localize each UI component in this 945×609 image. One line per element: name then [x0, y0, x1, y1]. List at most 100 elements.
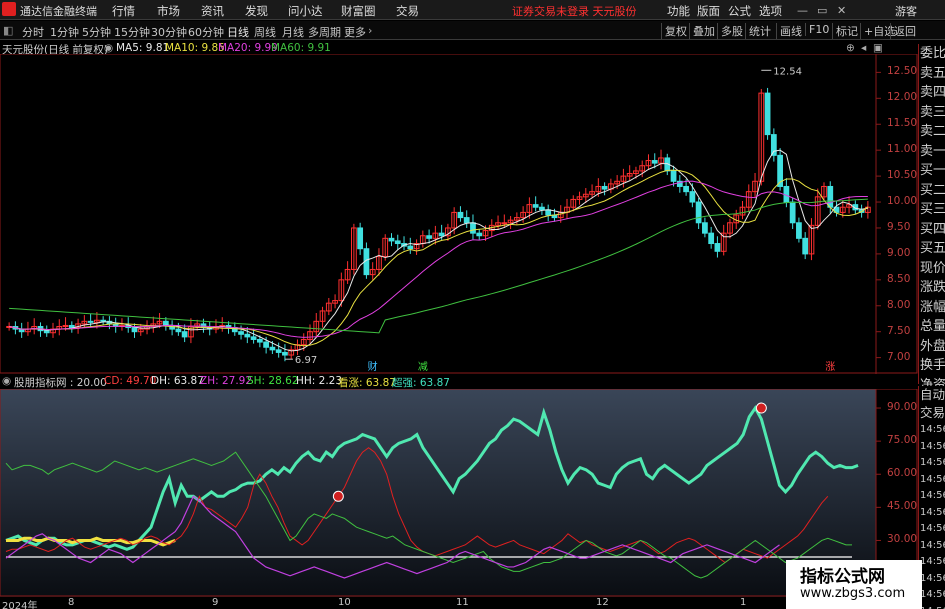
menu-layout[interactable]: 版面: [697, 3, 720, 19]
hh-value: HH: 2.23: [296, 375, 343, 387]
price-tick-label: 12.00: [887, 91, 918, 104]
candle-body: [789, 201, 796, 224]
period-more[interactable]: 更多: [344, 24, 366, 40]
trade-time: 14:56: [920, 539, 945, 551]
period-timeshare[interactable]: 分时: [22, 24, 44, 40]
trade-time: 14:56: [920, 589, 945, 600]
trade-time: 14:56: [920, 473, 945, 485]
date-axis-label: 11: [456, 597, 469, 608]
candlestick-chart[interactable]: 12.54 6.97 财 减 涨: [0, 54, 918, 374]
btn-statistics[interactable]: 统计: [745, 23, 771, 39]
candle-body: [181, 331, 188, 338]
candle-body: [470, 222, 476, 234]
price-tick-label: 9.50: [887, 220, 911, 233]
side-panel-item[interactable]: 买四: [919, 220, 945, 240]
sh-value: SH: 28.62: [247, 375, 299, 387]
candle-body: [426, 235, 432, 239]
btn-back[interactable]: 返回: [890, 23, 916, 39]
period-weekly[interactable]: 周线: [254, 24, 276, 40]
btn-mark[interactable]: 标记: [832, 23, 858, 39]
menu-discover[interactable]: 发现: [245, 3, 268, 19]
ma20-value: MA20: 9.99: [218, 42, 278, 54]
period-monthly[interactable]: 月线: [282, 24, 304, 40]
side-panel-item[interactable]: 买五: [919, 239, 945, 259]
period-30min[interactable]: 30分钟: [151, 24, 187, 40]
date-axis-label: 2024年: [2, 601, 38, 609]
side-panel-item[interactable]: 外盘: [919, 337, 945, 357]
restore-icon[interactable]: ▭: [817, 4, 827, 17]
auto-trade-item[interactable]: 交易: [919, 404, 945, 422]
btn-f10[interactable]: F10: [805, 23, 829, 36]
side-panel-item[interactable]: 总量: [919, 317, 945, 337]
side-panel-item[interactable]: 委比: [919, 44, 945, 64]
high-label: 12.54: [773, 66, 802, 77]
ma20-line: [9, 180, 868, 338]
candle-body: [282, 351, 288, 356]
chart-expand-icon[interactable]: ▣: [873, 42, 883, 54]
candle-body: [796, 222, 802, 239]
btn-multi-stock[interactable]: 多股: [717, 23, 743, 39]
side-panel-item[interactable]: 卖五: [919, 64, 945, 84]
menu-news[interactable]: 资讯: [201, 3, 224, 19]
menu-trade[interactable]: 交易: [396, 3, 419, 19]
side-panel-item[interactable]: 买三: [919, 200, 945, 220]
btn-overlay[interactable]: 叠加: [689, 23, 715, 39]
toolbar-toggle-icon[interactable]: ◧: [3, 24, 13, 37]
period-60min[interactable]: 60分钟: [188, 24, 224, 40]
menu-function[interactable]: 功能: [667, 3, 690, 19]
trade-time: 14:56: [920, 572, 945, 584]
period-5min[interactable]: 5分钟: [82, 24, 111, 40]
menu-market[interactable]: 市场: [157, 3, 180, 19]
btn-adjust[interactable]: 复权: [661, 23, 687, 39]
ma10-value: MA10: 9.85: [165, 42, 225, 54]
indicator-settings-icon[interactable]: ◉: [2, 375, 11, 387]
candle-body: [601, 185, 608, 190]
indicator-name[interactable]: 股朋指标网 : 20.00: [14, 375, 107, 390]
candle-body: [714, 243, 721, 252]
side-panel-item[interactable]: 涨幅: [919, 298, 945, 318]
minimize-icon[interactable]: —: [797, 4, 808, 17]
side-panel-item[interactable]: 涨跌: [919, 278, 945, 298]
price-tick-label: 10.50: [887, 169, 918, 182]
auto-trade-panel: 自动交易 14:56 14:56 14:56 14:56 14:56 14:56 14:56 1…: [918, 386, 945, 609]
close-icon[interactable]: ✕: [837, 4, 846, 17]
candle-body: [539, 206, 545, 211]
period-1min[interactable]: 1分钟: [50, 24, 79, 40]
menu-formula[interactable]: 公式: [728, 3, 751, 19]
menu-quotes[interactable]: 行情: [112, 3, 135, 19]
chart-prev-icon[interactable]: ◂: [861, 42, 866, 54]
btn-draw[interactable]: 画线: [776, 23, 802, 39]
indicator-chart[interactable]: [0, 389, 918, 597]
period-daily[interactable]: 日线: [227, 24, 249, 40]
price-tick-label: 8.50: [887, 272, 911, 285]
ma-settings-icon[interactable]: ◉: [104, 42, 113, 54]
candle-body: [695, 201, 702, 224]
side-panel-item[interactable]: 卖四: [919, 83, 945, 103]
guest-user[interactable]: 游客: [895, 3, 917, 19]
kz-value: 看涨: 63.87: [338, 377, 396, 389]
period-15min[interactable]: 15分钟: [114, 24, 150, 40]
date-axis-label: 1: [740, 597, 747, 608]
candle-body: [394, 240, 401, 245]
chart-zoom-icon[interactable]: ⊕: [846, 42, 855, 54]
side-panel-item[interactable]: 买二: [919, 181, 945, 201]
side-panel-item[interactable]: 卖三: [919, 103, 945, 123]
menu-options[interactable]: 选项: [759, 3, 782, 19]
side-panel-item[interactable]: 卖一: [919, 142, 945, 162]
trade-login-alert[interactable]: 证券交易未登录 天元股份: [512, 3, 637, 19]
candle-body: [532, 204, 539, 208]
ma60-value: MA60: 9.91: [271, 42, 331, 54]
auto-trade-item[interactable]: 自动: [919, 386, 945, 404]
title-bar: 通达信金融终端 行情 市场 资讯 发现 问小达 财富圈 交易 证券交易未登录 天…: [0, 0, 945, 20]
more-chevron-icon[interactable]: ›: [368, 24, 372, 37]
candle-body: [708, 232, 715, 245]
side-panel-item[interactable]: 买一: [919, 161, 945, 181]
side-panel-item[interactable]: 卖二: [919, 122, 945, 142]
side-panel-item[interactable]: 现价: [919, 259, 945, 279]
candle-body: [275, 349, 282, 353]
side-panel-item[interactable]: 换手: [919, 356, 945, 376]
menu-assistant[interactable]: 问小达: [288, 3, 323, 19]
price-tick-label: 7.50: [887, 324, 911, 337]
period-multi[interactable]: 多周期: [308, 24, 341, 40]
menu-wealth[interactable]: 财富圈: [341, 3, 376, 19]
